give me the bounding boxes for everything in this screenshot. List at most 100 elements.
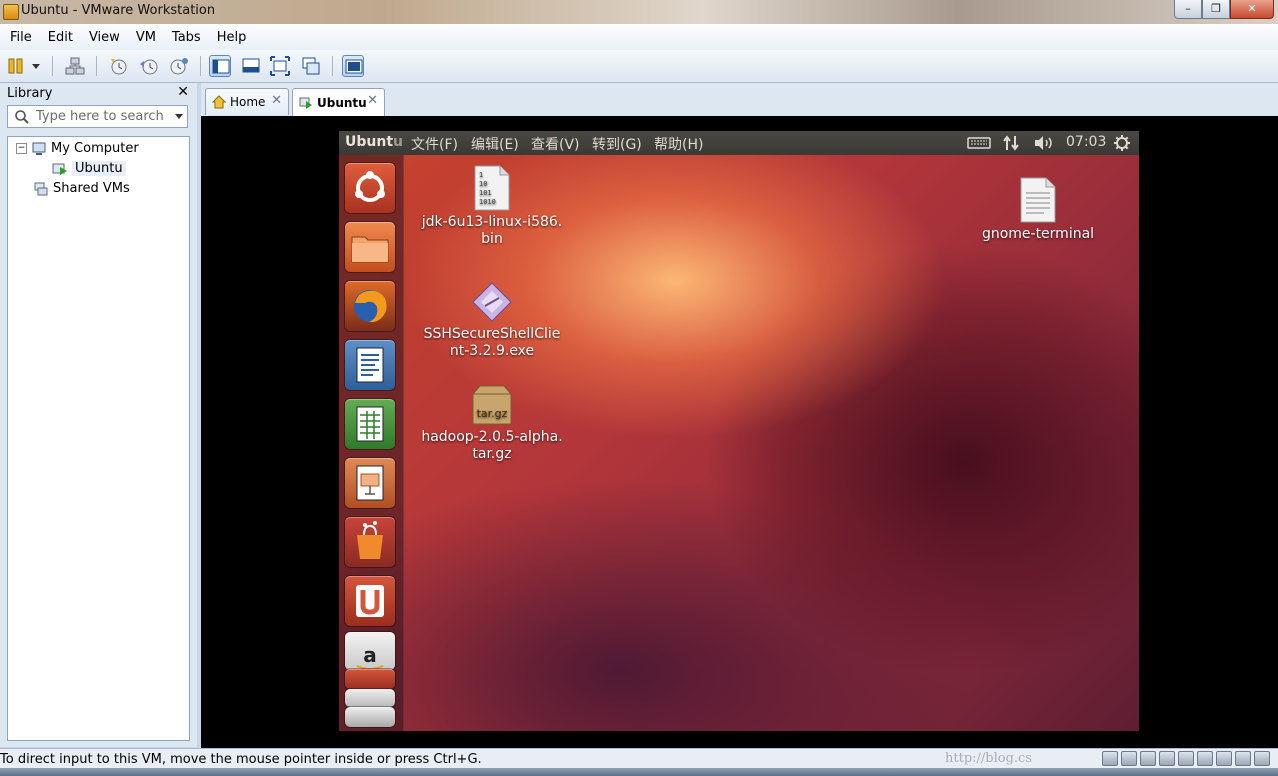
cd-dvd-icon[interactable] xyxy=(1121,751,1137,766)
search-input[interactable] xyxy=(36,109,171,124)
status-bar: To direct input to this VM, move the mou… xyxy=(0,748,1278,769)
toolbar-separator xyxy=(332,56,333,76)
chevron-down-icon[interactable] xyxy=(175,114,183,119)
usb-icon[interactable] xyxy=(1178,751,1194,766)
network-icon[interactable] xyxy=(1002,135,1020,151)
show-library-icon[interactable] xyxy=(209,55,231,77)
gear-icon[interactable] xyxy=(1113,134,1131,152)
vm-console[interactable]: Ubuntu 文件(F) 编辑(E) 查看(V) 转到(G) 帮助(H) 07:… xyxy=(201,116,1278,748)
clock[interactable]: 07:03 xyxy=(1066,134,1106,150)
ubuntu-dash-icon[interactable] xyxy=(345,163,395,213)
window-titlebar: Ubuntu - VMware Workstation – ❐ ✕ xyxy=(0,0,1278,24)
library-search xyxy=(7,105,188,128)
window-title: Ubuntu - VMware Workstation xyxy=(21,3,216,18)
show-thumbnail-bar-icon[interactable] xyxy=(240,55,262,77)
unity-mode-icon[interactable] xyxy=(300,55,322,77)
network-adapter-icon[interactable] xyxy=(1159,751,1175,766)
display-icon[interactable] xyxy=(1235,751,1251,766)
shared-vms-icon xyxy=(34,182,48,195)
library-close-button[interactable]: ✕ xyxy=(177,84,189,100)
ubuntu-desktop[interactable]: Ubuntu 文件(F) 编辑(E) 查看(V) 转到(G) 帮助(H) 07:… xyxy=(339,131,1139,731)
watermark: http://blog.cs xyxy=(945,751,1032,766)
text-file-icon xyxy=(1020,177,1056,223)
device-icons xyxy=(1102,751,1270,766)
menu-file[interactable]: File xyxy=(0,30,38,45)
archive-icon: tar.gz xyxy=(472,385,512,425)
library-tree: − My Computer Ubuntu Shared VMs xyxy=(7,136,190,741)
computer-icon xyxy=(32,142,46,155)
guest-menu-edit[interactable]: 编辑(E) xyxy=(471,134,519,154)
tab-home[interactable]: Home ✕ xyxy=(205,88,289,115)
stacked-launcher-icon[interactable] xyxy=(345,707,395,727)
hard-disk-icon[interactable] xyxy=(1102,751,1118,766)
home-icon xyxy=(212,95,226,109)
menu-vm[interactable]: VM xyxy=(126,30,162,45)
tree-item-shared-vms[interactable]: Shared VMs xyxy=(33,179,130,198)
toolbar-separator xyxy=(96,56,97,76)
binary-file-icon: 1 10 101 1010 xyxy=(474,165,510,211)
desktop-item-label: jdk-6u13-linux-i586. xyxy=(421,214,563,230)
stacked-launcher-icon[interactable] xyxy=(345,689,395,707)
printer-icon[interactable] xyxy=(1216,751,1232,766)
desktop-file-ssh-client[interactable]: SSHSecureShellClie nt-3.2.9.exe xyxy=(417,281,567,360)
restore-button[interactable]: ❐ xyxy=(1202,0,1230,19)
tab-label: Home xyxy=(230,95,266,109)
desktop-file-hadoop[interactable]: tar.gz hadoop-2.0.5-alpha. tar.gz xyxy=(417,384,567,463)
desktop-item-label: bin xyxy=(481,231,503,247)
snapshot-manager-icon[interactable] xyxy=(168,55,190,77)
collapse-icon[interactable]: − xyxy=(16,143,27,154)
tab-close-icon[interactable]: ✕ xyxy=(271,93,282,108)
tree-label: Shared VMs xyxy=(53,181,130,196)
tab-ubuntu[interactable]: Ubuntu ✕ xyxy=(292,88,385,116)
send-ctrl-alt-del-icon[interactable] xyxy=(64,55,86,77)
ubuntu-top-panel: Ubuntu 文件(F) 编辑(E) 查看(V) 转到(G) 帮助(H) 07:… xyxy=(339,131,1139,155)
desktop-file-gnome-terminal[interactable]: gnome-terminal xyxy=(963,177,1113,243)
unity-launcher: a xyxy=(339,155,404,731)
close-button[interactable]: ✕ xyxy=(1230,0,1274,19)
impress-icon[interactable] xyxy=(345,458,395,508)
firefox-icon[interactable] xyxy=(345,281,395,331)
console-view-icon[interactable] xyxy=(342,55,364,77)
message-log-icon[interactable] xyxy=(1254,751,1270,766)
minimize-button[interactable]: – xyxy=(1174,0,1202,19)
pause-dropdown-button[interactable] xyxy=(6,55,42,77)
snapshot-revert-icon[interactable] xyxy=(138,55,160,77)
tab-label: Ubuntu xyxy=(317,95,367,110)
snapshot-take-icon[interactable] xyxy=(108,55,130,77)
window-controls: – ❐ ✕ xyxy=(1174,0,1274,19)
tab-close-icon[interactable]: ✕ xyxy=(367,93,378,108)
sound-card-icon[interactable] xyxy=(1197,751,1213,766)
software-center-icon[interactable] xyxy=(345,517,395,567)
keyboard-icon[interactable] xyxy=(967,136,991,150)
guest-menu-file[interactable]: 文件(F) xyxy=(411,134,458,154)
writer-icon[interactable] xyxy=(345,340,395,390)
library-panel: Library ✕ − My Computer Ubuntu Shared VM… xyxy=(0,83,197,747)
menu-help[interactable]: Help xyxy=(207,30,253,45)
volume-icon[interactable] xyxy=(1033,135,1055,151)
guest-menu-go[interactable]: 转到(G) xyxy=(592,134,642,154)
tree-item-ubuntu[interactable]: Ubuntu xyxy=(52,159,126,178)
menu-tabs[interactable]: Tabs xyxy=(162,30,207,45)
desktop-item-label: gnome-terminal xyxy=(981,226,1095,242)
tab-strip: Home ✕ Ubuntu ✕ xyxy=(201,83,1278,116)
status-message: To direct input to this VM, move the mou… xyxy=(0,752,482,767)
guest-menu-help[interactable]: 帮助(H) xyxy=(654,134,703,154)
stacked-launcher-icon[interactable] xyxy=(345,669,395,689)
desktop-item-label: SSHSecureShellClie xyxy=(423,326,561,342)
toolbar-separator xyxy=(52,56,53,76)
full-screen-icon[interactable] xyxy=(269,55,291,77)
menu-edit[interactable]: Edit xyxy=(38,30,79,45)
tree-item-my-computer[interactable]: − My Computer xyxy=(16,139,139,158)
vmware-app-icon xyxy=(3,4,19,20)
floppy-icon[interactable] xyxy=(1140,751,1156,766)
ubuntu-one-icon[interactable] xyxy=(345,576,395,626)
vm-running-icon xyxy=(52,163,67,175)
amazon-icon[interactable]: a xyxy=(345,632,395,670)
desktop-file-jdk[interactable]: 1 10 101 1010 jdk-6u13-linux-i586. bin xyxy=(417,165,567,248)
guest-menu-view[interactable]: 查看(V) xyxy=(531,134,580,154)
menu-view[interactable]: View xyxy=(79,30,126,45)
os-taskbar-edge xyxy=(0,768,1278,776)
home-folder-icon[interactable] xyxy=(345,222,395,272)
vm-running-icon xyxy=(299,97,312,109)
calc-icon[interactable] xyxy=(345,399,395,449)
